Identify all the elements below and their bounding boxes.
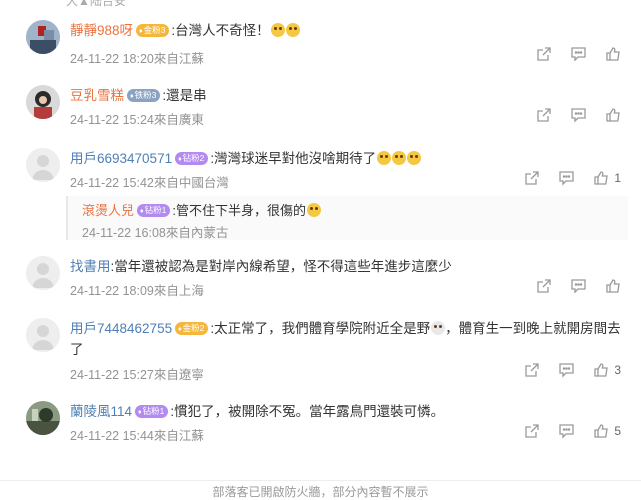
- fan-badge: ♦金粉2: [175, 322, 209, 335]
- thumbs-up-icon: [594, 424, 609, 438]
- cat-emoji-icon: [306, 203, 321, 217]
- reply-button[interactable]: [558, 362, 575, 378]
- share-icon: [525, 424, 539, 438]
- fan-badge: ♦钻粉2: [175, 152, 209, 165]
- comment-meta: 24-11-22 18:20來自江蘇: [70, 52, 204, 66]
- reply-button[interactable]: [570, 46, 587, 62]
- reply-text: :管不住下半身，很傷的: [172, 203, 306, 218]
- thumbs-up-icon: [594, 171, 609, 185]
- share-button[interactable]: [536, 46, 552, 62]
- comment-icon: [571, 279, 586, 294]
- fan-badge: ♦金粉3: [136, 24, 170, 37]
- comment-meta: 24-11-22 15:42來自中國台灣: [70, 176, 229, 190]
- share-button[interactable]: [536, 107, 552, 123]
- share-button[interactable]: [536, 278, 552, 294]
- reply-button[interactable]: [558, 170, 575, 186]
- commenter-name[interactable]: 用戶6693470571: [70, 151, 172, 166]
- duck-emoji-icon: [431, 321, 446, 335]
- comment-text-cont: 了: [70, 342, 84, 357]
- laughing-emoji-icon: [270, 23, 285, 37]
- thumbs-up-icon: [606, 47, 620, 61]
- comment-icon: [559, 363, 574, 378]
- avatar[interactable]: [26, 20, 60, 54]
- comment-icon: [559, 424, 574, 439]
- thumbs-up-icon: [606, 108, 620, 122]
- comment-text: :灣灣球迷早對他沒啥期待了: [210, 151, 377, 166]
- cat-emoji-icon: [392, 151, 407, 165]
- avatar[interactable]: [26, 318, 60, 352]
- cat-emoji-icon: [407, 151, 422, 165]
- avatar[interactable]: [26, 85, 60, 119]
- thumbs-up-icon: [594, 363, 609, 377]
- avatar[interactable]: [26, 256, 60, 290]
- like-button[interactable]: [605, 107, 621, 123]
- comment-text: :當年還被認為是對岸內線希望，怪不得這些年進步這麼少: [110, 259, 452, 274]
- share-button[interactable]: [524, 423, 540, 439]
- share-button[interactable]: [524, 170, 540, 186]
- share-icon: [537, 47, 551, 61]
- reply-meta: 24-11-22 16:08來自內蒙古: [82, 226, 229, 240]
- comment-text: :台灣人不奇怪！: [171, 23, 270, 38]
- fan-badge: ♦铁粉3: [127, 89, 161, 102]
- share-icon: [525, 363, 539, 377]
- comment-meta: 24-11-22 15:24來自廣東: [70, 113, 204, 127]
- like-count: 5: [614, 424, 621, 438]
- commenter-name[interactable]: 靜靜988呀: [70, 23, 133, 38]
- commenter-name[interactable]: 蘭陵風114: [70, 404, 132, 419]
- cat-emoji-icon: [377, 151, 392, 165]
- like-button[interactable]: [605, 46, 621, 62]
- share-icon: [525, 171, 539, 185]
- comment-text: :太正常了，我們體育學院附近全是野: [210, 321, 431, 336]
- thumbs-up-icon: [606, 279, 620, 293]
- comment-text: :慣犯了，被開除不冤。當年露鳥門還裝可憐。: [170, 404, 445, 419]
- like-button[interactable]: 1: [593, 170, 621, 186]
- like-button[interactable]: 3: [593, 362, 621, 378]
- share-icon: [537, 108, 551, 122]
- comment-icon: [559, 171, 574, 186]
- like-button[interactable]: [605, 278, 621, 294]
- comment-text: :還是串: [162, 88, 207, 103]
- firewall-notice: 部落客已開啟防火牆，部分內容暫不展示: [0, 480, 641, 500]
- share-button[interactable]: [524, 362, 540, 378]
- fan-badge: ♦钻粉1: [135, 405, 169, 418]
- commenter-name[interactable]: 豆乳雪糕: [70, 88, 124, 103]
- reply-button[interactable]: [570, 278, 587, 294]
- commenter-name[interactable]: 找書用: [70, 259, 111, 274]
- comment-meta: 24-11-22 15:27來自遼寧: [70, 368, 204, 382]
- comment-meta: 24-11-22 15:44來自江蘇: [70, 429, 204, 443]
- avatar[interactable]: [26, 401, 60, 435]
- reply-button[interactable]: [558, 423, 575, 439]
- comment-meta: 24-11-22 18:09來自上海: [70, 284, 204, 298]
- comment-text-cont: ，體育生一到晚上就開房間去: [445, 321, 621, 336]
- comment-icon: [571, 47, 586, 62]
- reply-button[interactable]: [570, 107, 587, 123]
- like-button[interactable]: 5: [593, 423, 621, 439]
- comment-icon: [571, 108, 586, 123]
- reply-author-name[interactable]: 滾燙人兒: [82, 203, 134, 218]
- laughing-emoji-icon: [285, 23, 300, 37]
- share-icon: [537, 279, 551, 293]
- avatar[interactable]: [26, 148, 60, 182]
- commenter-name[interactable]: 用戶7448462755: [70, 321, 172, 336]
- like-count: 3: [614, 363, 621, 377]
- reply-thread: 滾燙人兒 ♦钻粉1:管不住下半身，很傷的 24-11-22 16:08來自內蒙古: [66, 196, 628, 240]
- like-count: 1: [614, 171, 621, 185]
- previous-comment-meta: 大▲陆台安: [66, 0, 126, 8]
- fan-badge: ♦钻粉1: [137, 204, 171, 217]
